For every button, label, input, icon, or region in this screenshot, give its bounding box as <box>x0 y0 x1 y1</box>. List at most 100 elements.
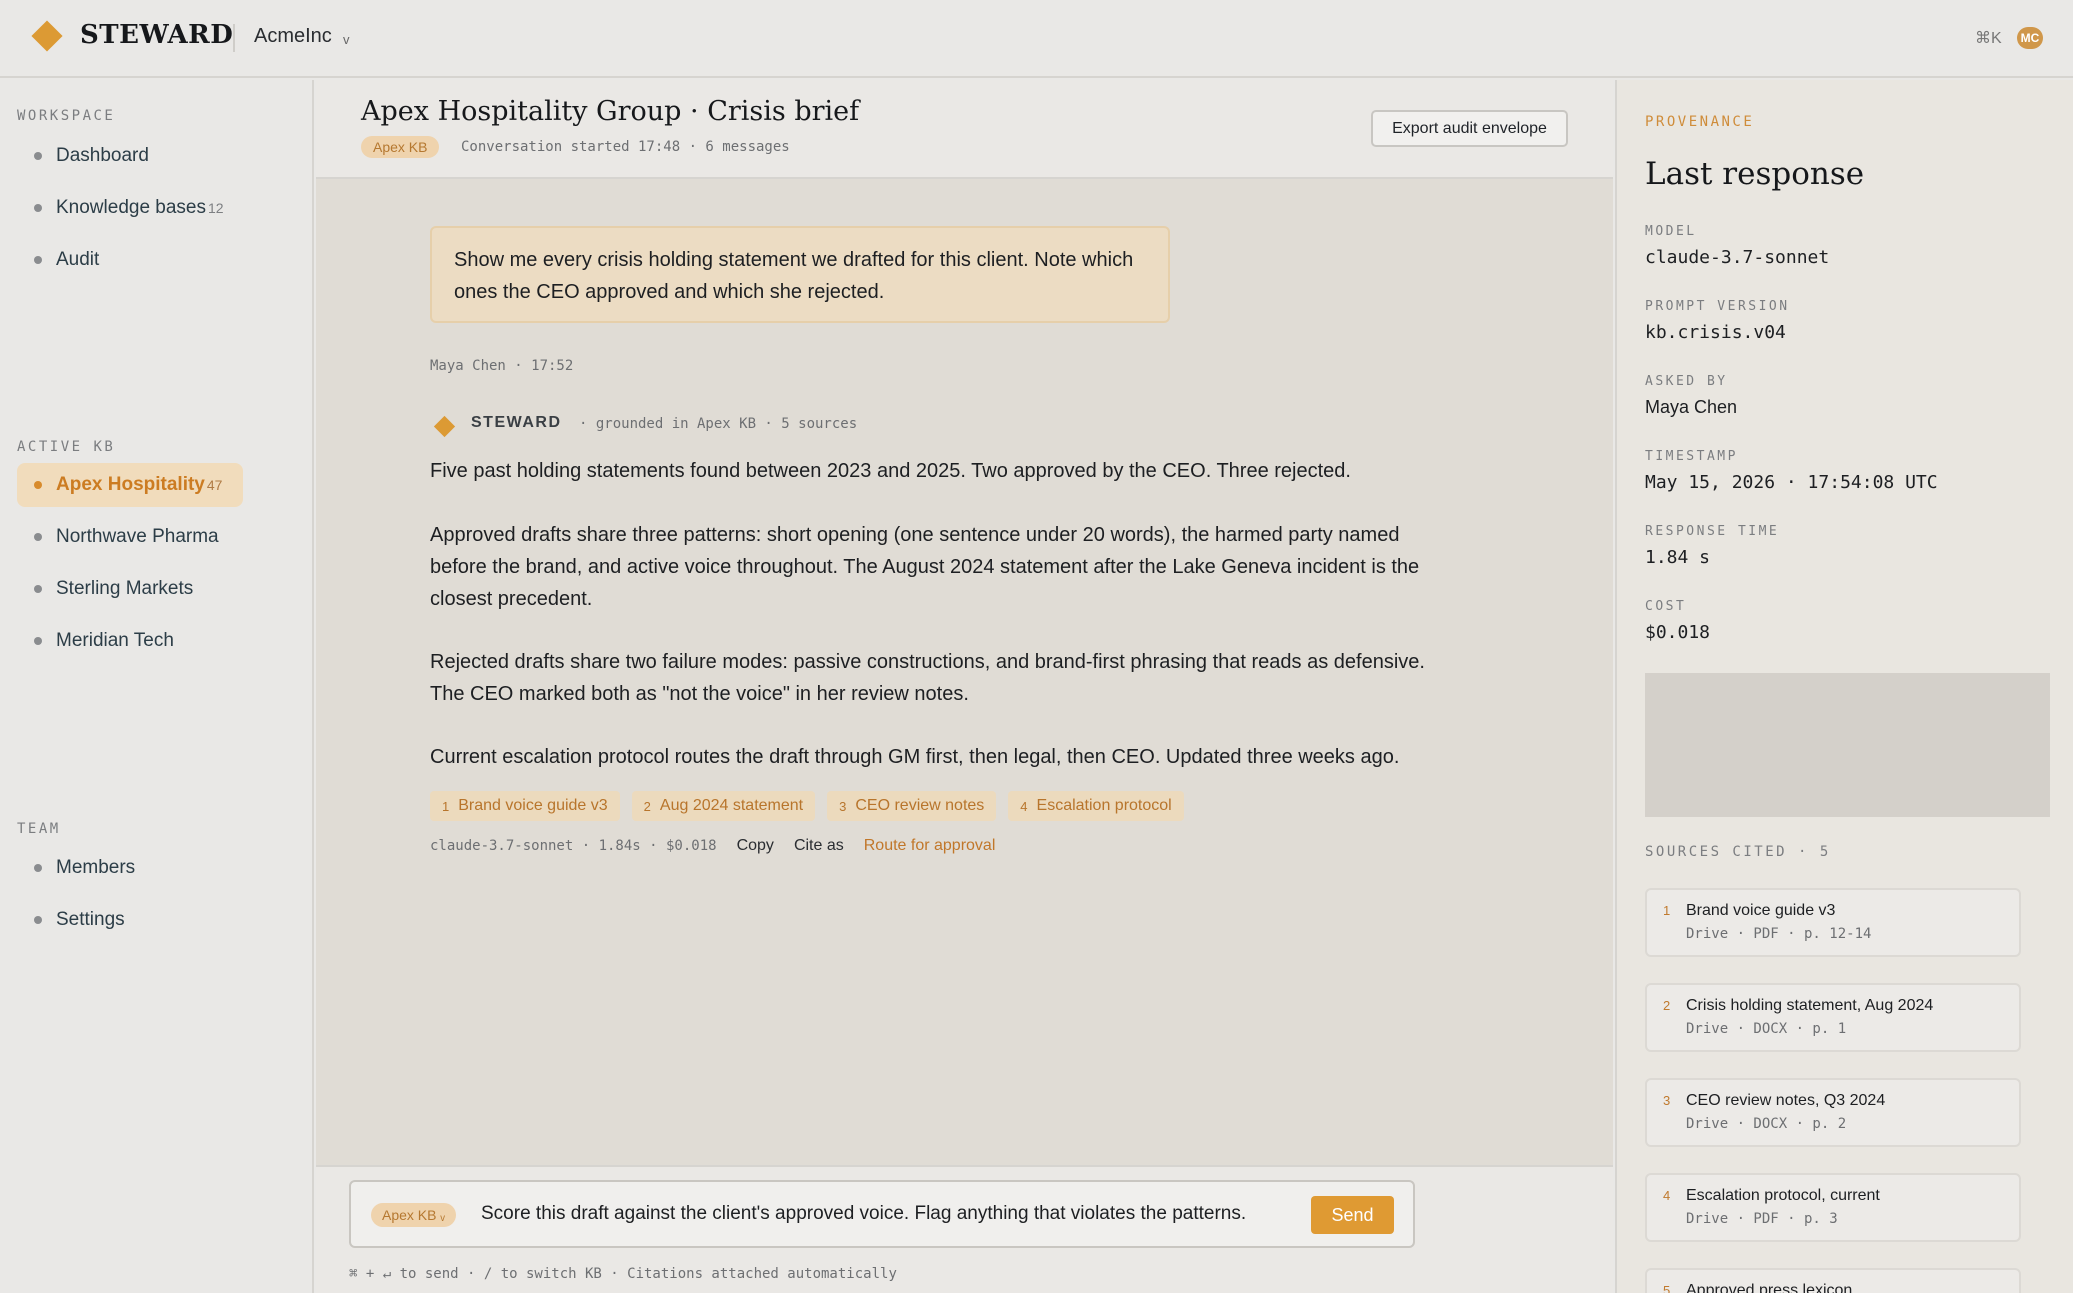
bullet-icon <box>34 152 42 160</box>
citation-label: Aug 2024 statement <box>659 797 804 814</box>
source-number: 1 <box>1663 903 1671 918</box>
export-audit-button[interactable]: Export audit envelope <box>1371 110 1568 147</box>
source-title: Escalation protocol, current <box>1686 1187 1880 1204</box>
sidebar-item-label: Northwave Pharma <box>56 526 219 547</box>
org-switcher[interactable]: AcmeInc <box>254 25 332 48</box>
assistant-name: STEWARD <box>471 414 562 431</box>
reply-footer: claude-3.7-sonnet · 1.84s · $0.018 Copy … <box>430 837 995 855</box>
field-value-prompt-version: kb.crisis.v04 <box>1645 322 1786 343</box>
source-meta: Drive · DOCX · p. 1 <box>1686 1021 1847 1037</box>
source-title: CEO review notes, Q3 2024 <box>1686 1092 1886 1109</box>
sources-cited-heading: SOURCES CITED · 5 <box>1645 844 1831 860</box>
source-card[interactable]: 1 Brand voice guide v3 Drive · PDF · p. … <box>1645 888 2021 957</box>
source-card[interactable]: 3 CEO review notes, Q3 2024 Drive · DOCX… <box>1645 1078 2021 1147</box>
kb-selector[interactable]: Apex KB ᵥ <box>371 1203 456 1227</box>
source-card[interactable]: 2 Crisis holding statement, Aug 2024 Dri… <box>1645 983 2021 1052</box>
sidebar-item-label: Apex Hospitality <box>56 474 205 495</box>
citation-chip[interactable]: 2 Aug 2024 statement <box>631 791 816 821</box>
reply-line: Approved drafts share three patterns: sh… <box>430 524 1400 546</box>
reply-line: Five past holding statements found betwe… <box>430 460 1351 482</box>
top-divider <box>233 24 235 52</box>
citation-number: 2 <box>643 798 651 814</box>
composer-hint: ⌘ + ↵ to send · / to switch KB · Citatio… <box>349 1266 897 1282</box>
citation-label: CEO review notes <box>855 797 985 814</box>
sidebar-item-members[interactable]: Members <box>17 846 243 890</box>
preview-placeholder <box>1645 673 2050 817</box>
route-for-approval-button[interactable]: Route for approval <box>864 837 996 855</box>
sidebar-item-dashboard[interactable]: Dashboard <box>17 134 243 178</box>
conversation-pane: Apex Hospitality Group · Crisis brief Ap… <box>316 80 1613 1293</box>
citation-number: 4 <box>1020 798 1028 814</box>
citation-chips: 1 Brand voice guide v3 2 Aug 2024 statem… <box>430 791 1184 821</box>
steward-logo-icon <box>31 20 63 52</box>
kb-badge: Apex KB <box>361 136 440 158</box>
sidebar-item-meridian-tech[interactable]: Meridian Tech <box>17 619 243 663</box>
reply-paragraph: Five past holding statements found betwe… <box>430 455 1513 487</box>
conversation-header: Apex Hospitality Group · Crisis brief Ap… <box>316 80 1613 179</box>
field-label-response-time: RESPONSE TIME <box>1645 524 1780 539</box>
field-label-cost: COST <box>1645 599 1687 614</box>
provenance-panel: PROVENANCE Last response MODEL claude-3.… <box>1615 80 2073 1293</box>
field-label-model: MODEL <box>1645 224 1697 239</box>
bullet-icon <box>34 256 42 264</box>
sidebar-item-label: Meridian Tech <box>56 630 174 651</box>
copy-button[interactable]: Copy <box>737 837 774 855</box>
brand-name: STEWARD <box>80 20 234 50</box>
bullet-icon <box>34 916 42 924</box>
bullet-icon <box>34 585 42 593</box>
sidebar-item-label: Dashboard <box>56 145 149 166</box>
field-value-model: claude-3.7-sonnet <box>1645 247 1830 268</box>
sidebar-item-label: Sterling Markets <box>56 578 194 599</box>
sidebar-item-settings[interactable]: Settings <box>17 898 243 942</box>
sidebar-item-label: Knowledge bases <box>56 197 206 218</box>
bullet-icon <box>34 481 42 489</box>
field-value-cost: $0.018 <box>1645 622 1711 643</box>
field-value-asked-by: Maya Chen <box>1645 397 1738 417</box>
source-number: 3 <box>1663 1093 1671 1108</box>
citation-number: 3 <box>839 798 847 814</box>
reply-line: Current escalation protocol routes the d… <box>430 746 1400 768</box>
message-input[interactable]: Apex KB ᵥ Score this draft against the c… <box>349 1180 1415 1248</box>
field-label-prompt-version: PROMPT VERSION <box>1645 299 1790 314</box>
bullet-icon <box>34 864 42 872</box>
assistant-meta: · grounded in Apex KB · 5 sources <box>579 416 858 432</box>
sidebar-item-label: Members <box>56 857 136 878</box>
citation-label: Brand voice guide v3 <box>458 797 608 814</box>
cite-as-button[interactable]: Cite as <box>794 837 844 855</box>
reply-line: before the brand, and active voice throu… <box>430 556 1420 578</box>
citation-label: Escalation protocol <box>1036 797 1172 814</box>
sidebar-item-knowledge-bases[interactable]: Knowledge bases 12 <box>17 186 243 230</box>
source-card[interactable]: 4 Escalation protocol, current Drive · P… <box>1645 1173 2021 1242</box>
section-workspace: WORKSPACE <box>17 108 116 124</box>
field-value-timestamp: May 15, 2026 · 17:54:08 UTC <box>1645 472 1938 493</box>
reply-line: Rejected drafts share two failure modes:… <box>430 651 1425 673</box>
source-number: 5 <box>1663 1283 1671 1293</box>
source-number: 4 <box>1663 1188 1671 1203</box>
sidebar-item-northwave-pharma[interactable]: Northwave Pharma <box>17 515 243 559</box>
chevron-down-icon[interactable]: v <box>343 32 350 47</box>
source-number: 2 <box>1663 998 1671 1013</box>
source-card[interactable]: 5 Approved press lexicon <box>1645 1268 2021 1293</box>
section-team: TEAM <box>17 821 61 837</box>
avatar[interactable]: MC <box>2017 27 2043 49</box>
citation-chip[interactable]: 1 Brand voice guide v3 <box>430 791 620 821</box>
sidebar: WORKSPACE Dashboard Knowledge bases 12 A… <box>0 80 314 1293</box>
sidebar-item-sterling-markets[interactable]: Sterling Markets <box>17 567 243 611</box>
citation-chip[interactable]: 4 Escalation protocol <box>1008 791 1184 821</box>
reply-paragraph: Approved drafts share three patterns: sh… <box>430 519 1513 615</box>
sidebar-item-label: Audit <box>56 249 100 270</box>
page-title: Apex Hospitality Group · Crisis brief <box>361 96 860 127</box>
steward-logo-icon <box>433 415 456 438</box>
top-bar: STEWARD AcmeInc v ⌘K MC <box>0 0 2073 78</box>
command-palette-shortcut[interactable]: ⌘K <box>1975 28 2002 48</box>
message-input-text[interactable]: Score this draft against the client's ap… <box>481 1203 1246 1225</box>
citation-chip[interactable]: 3 CEO review notes <box>827 791 997 821</box>
reply-line: closest precedent. <box>430 588 593 610</box>
send-button[interactable]: Send <box>1311 1196 1394 1234</box>
citation-number: 1 <box>442 798 450 814</box>
source-meta: Drive · DOCX · p. 2 <box>1686 1116 1847 1132</box>
reply-line: The CEO marked both as "not the voice" i… <box>430 683 969 705</box>
sidebar-item-apex-hospitality[interactable]: Apex Hospitality 47 <box>17 463 243 507</box>
sidebar-item-audit[interactable]: Audit <box>17 238 243 282</box>
sidebar-item-label: Settings <box>56 909 125 930</box>
